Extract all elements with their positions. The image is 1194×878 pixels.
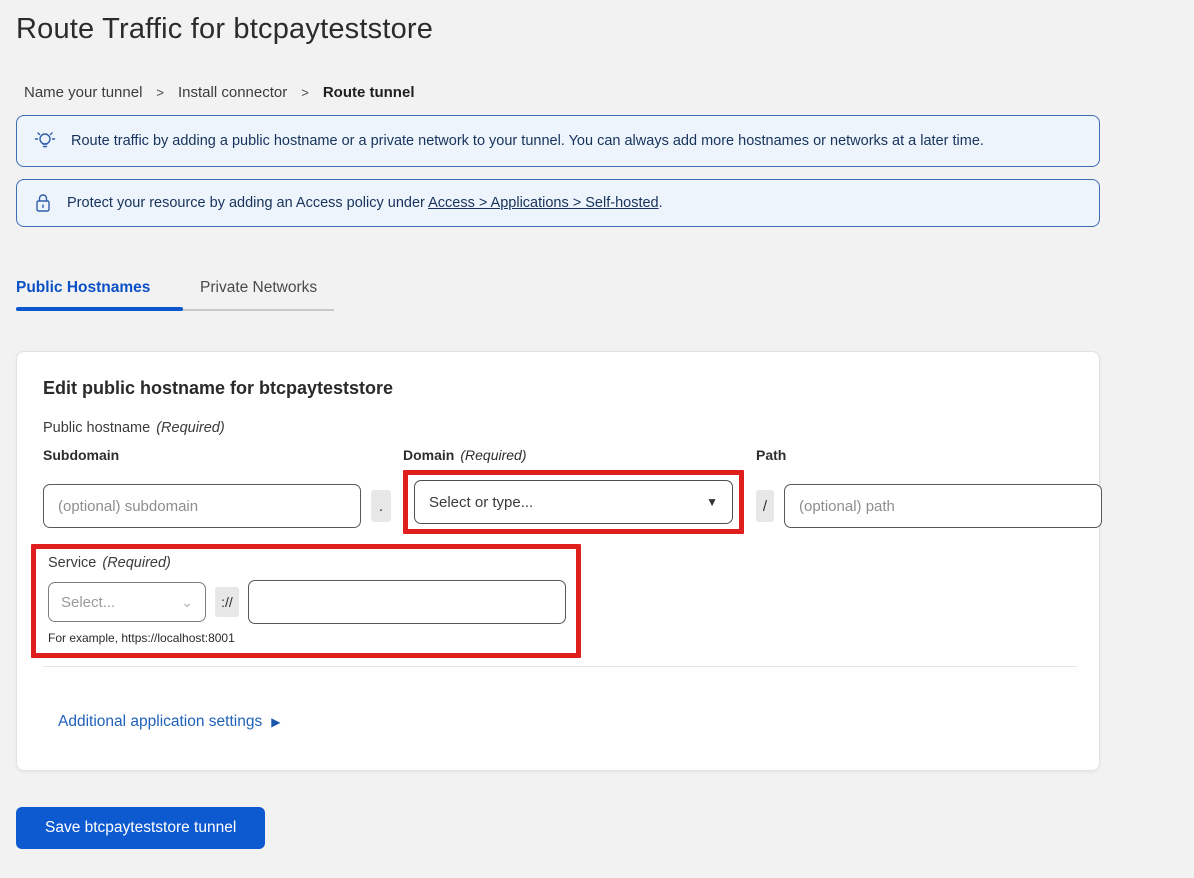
edit-public-hostname-card: Edit public hostname for btcpayteststore… xyxy=(16,351,1100,771)
route-traffic-page: Route Traffic for btcpayteststore Name y… xyxy=(0,13,1100,849)
tip-banner: Route traffic by adding a public hostnam… xyxy=(16,115,1100,167)
tab-public-hostnames[interactable]: Public Hostnames xyxy=(16,279,200,311)
access-policy-banner: Protect your resource by adding an Acces… xyxy=(16,179,1100,227)
domain-group: Domain (Required) Select or type... ▼ xyxy=(403,447,744,534)
service-helper-text: For example, https://localhost:8001 xyxy=(48,631,566,645)
tabstrip: Public Hostnames Private Networks xyxy=(16,279,334,311)
card-divider xyxy=(43,666,1077,667)
additional-settings-label: Additional application settings xyxy=(58,713,262,731)
domain-required-note: (Required) xyxy=(460,447,526,463)
public-hostname-required-note: (Required) xyxy=(156,420,225,436)
public-hostname-section-label: Public hostname (Required) xyxy=(43,420,1075,436)
protocol-separator: :// xyxy=(215,587,239,617)
service-highlight-box: Service (Required) Select... ⌄ :// For ex… xyxy=(31,544,581,658)
service-label: Service (Required) xyxy=(48,555,566,571)
public-hostname-label: Public hostname xyxy=(43,420,150,436)
slash-separator: / xyxy=(756,490,774,522)
subdomain-label: Subdomain xyxy=(43,447,391,467)
dropdown-arrow-icon: ▼ xyxy=(706,495,718,509)
expand-triangle-icon: ▶ xyxy=(271,715,280,729)
breadcrumb-separator: > xyxy=(301,85,309,100)
additional-application-settings-link[interactable]: Additional application settings ▶ xyxy=(58,713,280,731)
service-url-input[interactable] xyxy=(248,580,566,624)
breadcrumb-separator: > xyxy=(156,85,164,100)
domain-select[interactable]: Select or type... ▼ xyxy=(414,480,733,524)
service-type-select[interactable]: Select... ⌄ xyxy=(48,582,206,622)
service-label-text: Service xyxy=(48,555,96,571)
dot-separator: . xyxy=(371,490,391,522)
tip-banner-text: Route traffic by adding a public hostnam… xyxy=(71,133,984,149)
domain-label: Domain (Required) xyxy=(403,447,744,467)
lock-icon xyxy=(34,192,52,214)
chevron-down-icon: ⌄ xyxy=(181,594,193,611)
lightbulb-icon xyxy=(34,129,56,153)
domain-highlight-box: Select or type... ▼ xyxy=(403,470,744,534)
page-title: Route Traffic for btcpayteststore xyxy=(16,13,1100,46)
service-type-value: Select... xyxy=(61,594,115,611)
hostname-fields-row: Subdomain . Domain (Required) Select or t… xyxy=(43,447,1075,538)
subdomain-group: Subdomain . xyxy=(43,447,391,538)
save-tunnel-button[interactable]: Save btcpayteststore tunnel xyxy=(16,807,265,849)
card-title: Edit public hostname for btcpayteststore xyxy=(43,378,1075,399)
breadcrumb: Name your tunnel > Install connector > R… xyxy=(24,84,1100,101)
breadcrumb-name-your-tunnel[interactable]: Name your tunnel xyxy=(24,84,142,101)
tab-private-networks[interactable]: Private Networks xyxy=(200,279,317,311)
service-required-note: (Required) xyxy=(102,555,171,571)
domain-select-value: Select or type... xyxy=(429,494,533,511)
path-group: Path / xyxy=(756,447,1102,538)
access-banner-text: Protect your resource by adding an Acces… xyxy=(67,195,663,211)
breadcrumb-route-tunnel: Route tunnel xyxy=(323,84,415,101)
access-banner-text-after: . xyxy=(659,195,663,211)
path-label: Path xyxy=(756,447,1102,467)
domain-label-text: Domain xyxy=(403,447,454,463)
subdomain-input[interactable] xyxy=(43,484,361,528)
access-banner-text-before: Protect your resource by adding an Acces… xyxy=(67,195,428,211)
service-controls: Select... ⌄ :// xyxy=(48,580,566,624)
access-applications-self-hosted-link[interactable]: Access > Applications > Self-hosted xyxy=(428,195,659,211)
path-input[interactable] xyxy=(784,484,1102,528)
breadcrumb-install-connector[interactable]: Install connector xyxy=(178,84,287,101)
